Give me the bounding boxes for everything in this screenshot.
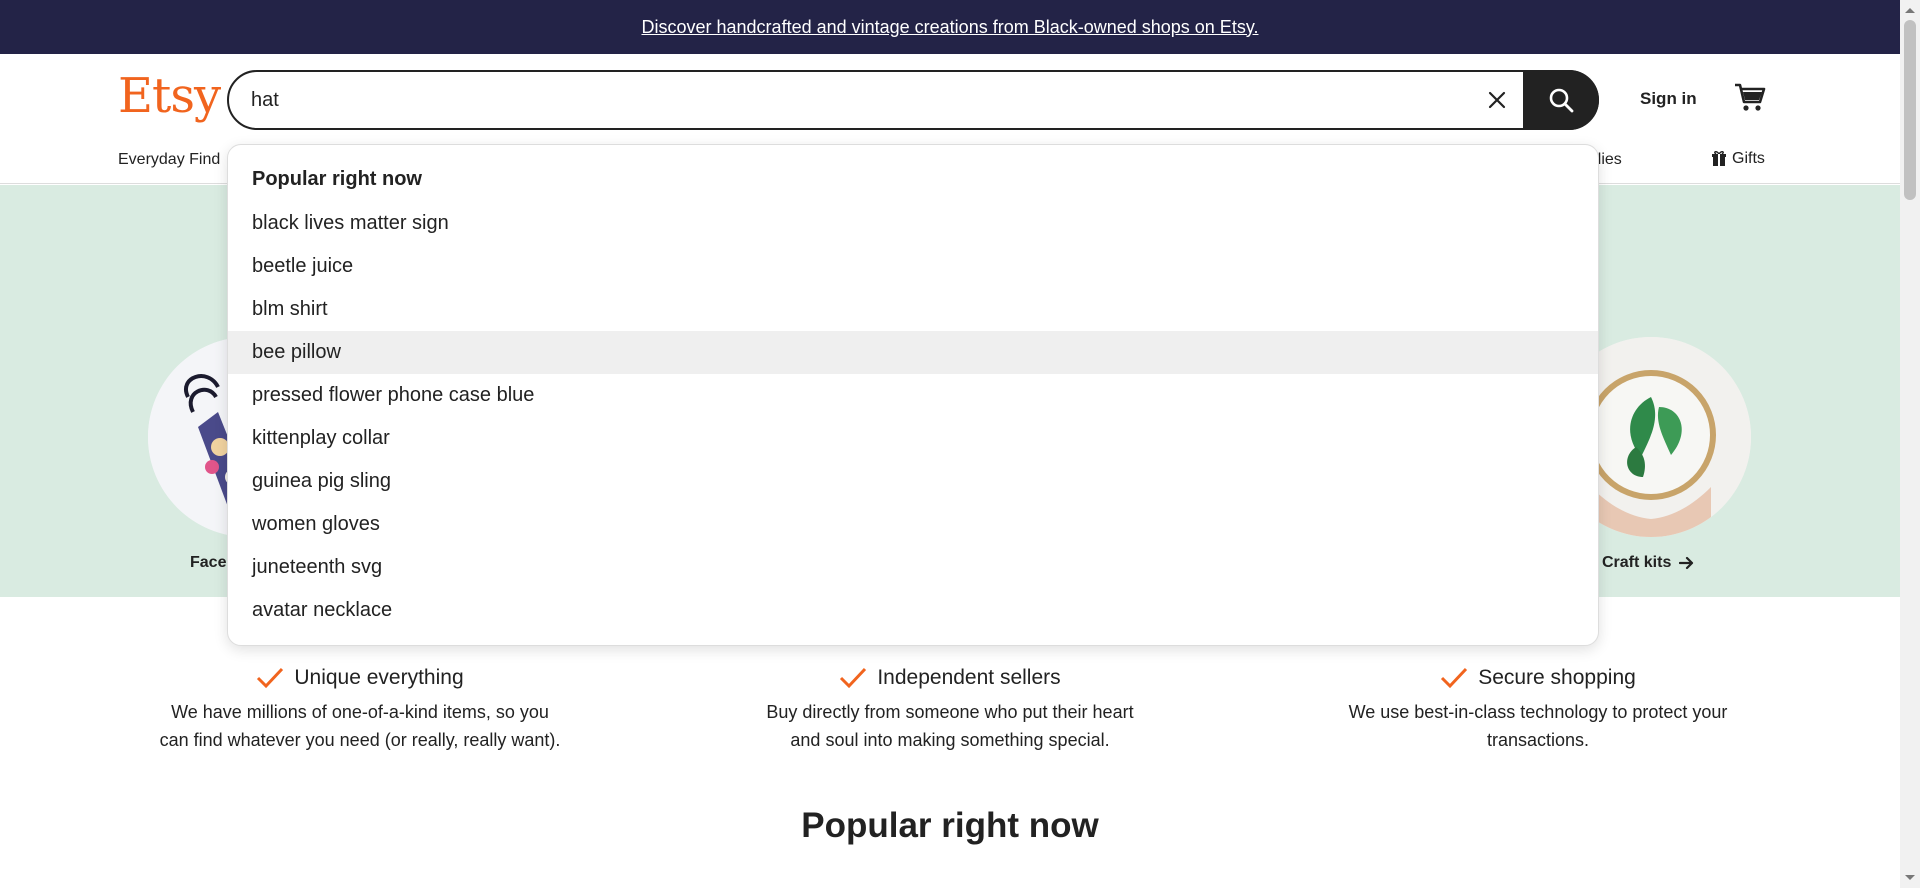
value-prop-text-line: Buy directly from someone who put their … <box>766 702 1134 722</box>
etsy-logo[interactable]: Etsy <box>118 68 221 124</box>
checkmark-icon <box>1441 667 1468 689</box>
search-suggestions-dropdown: Popular right now black lives matter sig… <box>227 144 1599 646</box>
cart-icon <box>1735 83 1766 111</box>
gift-icon <box>1712 151 1726 166</box>
search-bar <box>227 70 1599 130</box>
suggestion-item-highlighted[interactable]: bee pillow <box>228 331 1598 374</box>
checkmark-icon <box>840 667 867 689</box>
suggestion-item[interactable]: guinea pig sling <box>228 460 1598 503</box>
value-prop-text-line: and soul into making something special. <box>790 730 1110 750</box>
suggestion-item[interactable]: women gloves <box>228 503 1598 546</box>
value-prop-title: Unique everything <box>294 666 464 689</box>
value-prop-text-line: can find whatever you need (or really, r… <box>159 730 561 750</box>
scroll-up-arrow[interactable] <box>1905 8 1915 13</box>
suggestions-list: black lives matter sign beetle juice blm… <box>228 202 1598 632</box>
value-prop-secure: Secure shopping We use best-in-class tec… <box>1318 666 1758 754</box>
popular-section-heading: Popular right now <box>801 806 1099 845</box>
nav-item-gifts[interactable]: Gifts <box>1712 150 1765 168</box>
suggestion-item[interactable]: pressed flower phone case blue <box>228 374 1598 417</box>
promo-banner-link[interactable]: Discover handcrafted and vintage creatio… <box>642 17 1259 38</box>
value-prop-text-line: We have millions of one-of-a-kind items,… <box>171 702 549 722</box>
scroll-thumb[interactable] <box>1904 20 1916 200</box>
close-icon <box>1488 91 1506 109</box>
promo-banner: Discover handcrafted and vintage creatio… <box>0 0 1900 54</box>
value-prop-independent: Independent sellers Buy directly from so… <box>730 666 1170 754</box>
clear-search-button[interactable] <box>1481 84 1513 116</box>
search-input[interactable] <box>251 84 1431 116</box>
craft-kits-label: Craft kits <box>1602 554 1672 571</box>
scroll-down-arrow[interactable] <box>1905 875 1915 880</box>
value-prop-unique: Unique everything We have millions of on… <box>140 666 580 754</box>
cart-button[interactable] <box>1733 80 1767 114</box>
suggestion-item[interactable]: beetle juice <box>228 245 1598 288</box>
suggestion-item[interactable]: kittenplay collar <box>228 417 1598 460</box>
value-prop-title: Secure shopping <box>1478 666 1636 689</box>
sign-in-link[interactable]: Sign in <box>1640 89 1697 109</box>
craft-kits-link[interactable]: Craft kits <box>1602 554 1695 572</box>
checkmark-icon <box>257 667 284 689</box>
suggestion-item[interactable]: blm shirt <box>228 288 1598 331</box>
gifts-label: Gifts <box>1732 150 1765 167</box>
page-scrollbar[interactable] <box>1900 0 1920 888</box>
suggestion-item[interactable]: avatar necklace <box>228 589 1598 632</box>
value-prop-text-line: We use best-in-class technology to prote… <box>1348 702 1728 722</box>
value-prop-text-line: transactions. <box>1486 730 1590 750</box>
suggestion-item[interactable]: black lives matter sign <box>228 202 1598 245</box>
search-icon <box>1549 88 1574 113</box>
suggestion-item[interactable]: juneteenth svg <box>228 546 1598 589</box>
value-prop-title: Independent sellers <box>877 666 1061 689</box>
search-button[interactable] <box>1523 70 1599 130</box>
face-masks-label[interactable]: Face <box>190 554 226 572</box>
arrow-right-icon <box>1679 556 1694 570</box>
suggestions-heading: Popular right now <box>252 168 422 190</box>
nav-item-everyday-finds[interactable]: Everyday Find <box>118 151 220 169</box>
